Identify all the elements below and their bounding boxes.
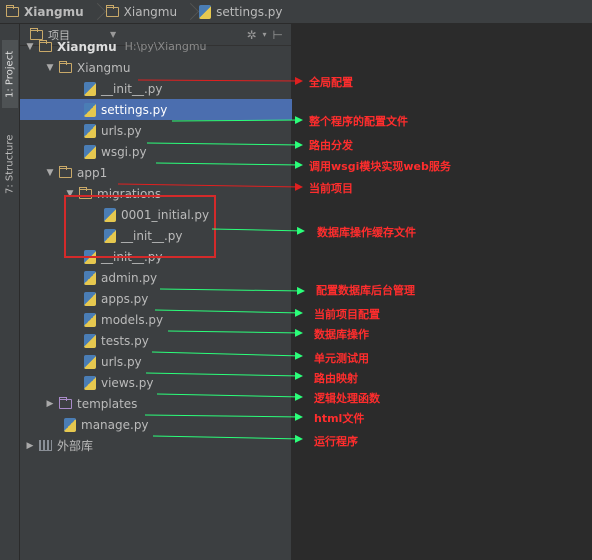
expand-arrow-icon[interactable]: ▼ [44,168,56,178]
annotation-models: 数据库操作 [314,328,369,341]
breadcrumb-separator [90,0,100,24]
folder-icon [6,4,19,17]
tree-item-xiangmu-init[interactable]: __init__.py [20,78,292,99]
tree-item-external-libraries[interactable]: ▶ 外部库 [20,435,292,456]
python-file-icon [84,333,96,348]
folder-icon [59,60,72,73]
python-file-icon [84,102,96,117]
annotation-app1: 当前项目 [309,182,353,195]
tree-item-apps[interactable]: apps.py [20,288,292,309]
folder-icon [59,165,72,178]
tree-root-label: Xiangmu [57,39,117,54]
annotation-app1-urls: 路由映射 [314,372,358,385]
python-file-icon [64,417,76,432]
tree-item-wsgi[interactable]: wsgi.py [20,141,292,162]
tree-item-label: settings.py [101,102,168,117]
tree-item-label: urls.py [101,354,142,369]
library-icon [39,440,52,451]
python-file-icon [84,81,96,96]
tab-structure[interactable]: 7: Structure [2,128,18,200]
tree-item-label: app1 [77,165,108,180]
tree-item-urls[interactable]: urls.py [20,120,292,141]
annotation-manage: 运行程序 [314,435,358,448]
python-file-icon [84,144,96,159]
annotation-urls: 路由分发 [309,139,353,152]
breadcrumb: Xiangmu Xiangmu settings.py [0,0,592,24]
breadcrumb-label: Xiangmu [123,4,178,19]
python-file-icon [84,375,96,390]
tree-item-label: views.py [101,375,154,390]
tab-project[interactable]: 1: Project [2,40,18,108]
annotation-tests: 单元测试用 [314,352,369,365]
tree-root[interactable]: ▼ Xiangmu H:\py\Xiangmu [20,36,292,57]
project-panel: 项目 ▼ ✲ ▾ ⊢ ▼ Xiangmu H:\py\Xiangmu ▼ Xia… [20,24,292,560]
tree-item-label: admin.py [101,270,158,285]
tree-item-label: 外部库 [57,439,94,453]
tree-item-label: tests.py [101,333,149,348]
python-file-icon [199,4,212,19]
annotation-views: 逻辑处理函数 [314,392,380,405]
collapsed-arrow-icon[interactable]: ▶ [24,441,36,451]
annotation-apps: 当前项目配置 [314,308,380,321]
tree-item-admin[interactable]: admin.py [20,267,292,288]
tree-item-label: wsgi.py [101,144,147,159]
folder-icon [105,4,119,17]
expand-arrow-icon[interactable]: ▼ [44,63,56,73]
python-file-icon [84,123,96,138]
folder-icon [39,39,52,52]
tree-root-path: H:\py\Xiangmu [124,40,207,53]
python-file-icon [84,312,96,327]
tree-item-label: models.py [101,312,164,327]
tool-window-strip: 1: Project 7: Structure [0,24,20,560]
tree-item-label: __init__.py [101,81,163,96]
tree-item-label: templates [77,396,138,411]
python-file-icon [84,291,96,306]
breadcrumb-label: settings.py [216,4,283,19]
tree-item-label: Xiangmu [77,60,131,75]
annotation-wsgi: 调用wsgi模块实现web服务 [309,160,451,173]
python-file-icon [84,270,96,285]
tree-item-tests[interactable]: tests.py [20,330,292,351]
tree-item-settings[interactable]: settings.py [20,99,292,120]
tree-item-models[interactable]: models.py [20,309,292,330]
tree-item-app1[interactable]: ▼ app1 [20,162,292,183]
tree-item-views[interactable]: views.py [20,372,292,393]
annotation-templates: html文件 [314,412,365,425]
breadcrumb-item-project[interactable]: Xiangmu [0,0,90,24]
tab-project-label: 1: Project [4,50,16,98]
annotation-settings: 整个程序的配置文件 [309,115,408,128]
tree-item-label: apps.py [101,291,149,306]
annotation-migrations: 数据库操作缓存文件 [317,226,416,239]
breadcrumb-separator [183,0,193,24]
tree-item-templates[interactable]: ▶ templates [20,393,292,414]
expand-arrow-icon[interactable]: ▼ [24,42,36,52]
migrations-highlight-box [64,195,216,258]
collapsed-arrow-icon[interactable]: ▶ [44,399,56,409]
tree-item-app1-urls[interactable]: urls.py [20,351,292,372]
annotation-global-config: 全局配置 [309,76,353,89]
tree-item-manage[interactable]: manage.py [20,414,292,435]
templates-folder-icon [59,396,72,409]
breadcrumb-item-package[interactable]: Xiangmu [100,0,183,24]
tab-structure-label: 7: Structure [4,134,16,194]
tree-item-label: urls.py [101,123,142,138]
annotation-admin: 配置数据库后台管理 [316,284,415,297]
breadcrumb-item-file[interactable]: settings.py [193,0,288,24]
tree-item-label: manage.py [81,417,149,432]
breadcrumb-label: Xiangmu [24,4,84,19]
python-file-icon [84,354,96,369]
tree-item-xiangmu-package[interactable]: ▼ Xiangmu [20,57,292,78]
